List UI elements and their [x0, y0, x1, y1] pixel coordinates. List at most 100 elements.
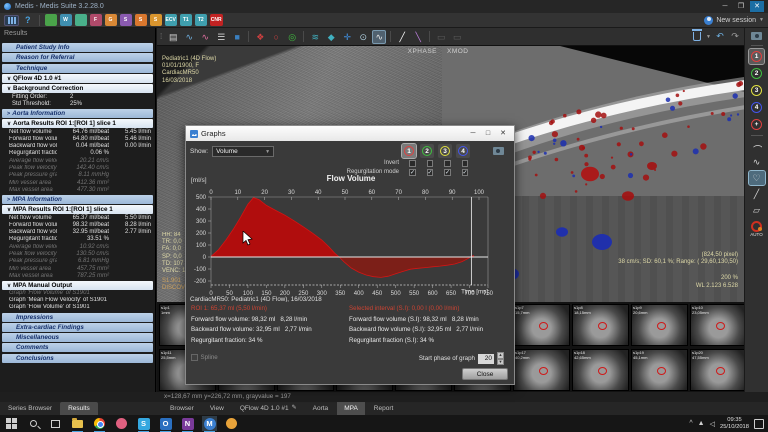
sidebar-section-miscellaneous[interactable]: Miscellaneous	[2, 333, 153, 342]
droplet-icon[interactable]: ◆	[324, 30, 338, 44]
invert-checkbox-4[interactable]	[462, 160, 469, 167]
session-area[interactable]: New session ▼	[704, 16, 764, 25]
roi-target-icon[interactable]: ◎	[285, 30, 299, 44]
roi-2-button[interactable]: 2	[749, 66, 764, 81]
layers-icon[interactable]: ≋	[308, 30, 322, 44]
sidebar-header-mpa-manual-output[interactable]: ∨MPA Manual Output	[2, 281, 153, 290]
thumbnail-s1p17[interactable]: s1p17 40,2mm	[513, 349, 570, 391]
output-row-graph-flow-volume-of-s1901[interactable]: Graph 'Flow Volume' of S1901	[0, 290, 155, 297]
graph-view-icon[interactable]: ∿	[182, 30, 196, 44]
tab-mpa[interactable]: MPA	[337, 402, 365, 415]
roi-circle-icon[interactable]: ○	[269, 30, 283, 44]
file-explorer-icon[interactable]	[70, 416, 85, 431]
medis-app-icon[interactable]: M	[202, 416, 217, 431]
globe-app-icon[interactable]	[224, 416, 239, 431]
thumbnail-s1p10[interactable]: s1p10 23,05mm	[690, 304, 744, 346]
thumbnail-s1p8[interactable]: s1p8 18,15mm	[572, 304, 629, 346]
tab-aorta[interactable]: Aorta	[306, 402, 336, 415]
thumbnail-s1p9[interactable]: s1p9 20,6mm	[631, 304, 688, 346]
redo-icon[interactable]: ↷	[729, 31, 741, 43]
curve-tool-icon[interactable]: ∿	[372, 30, 386, 44]
panel-tab-series-browser[interactable]: Series Browser	[0, 402, 60, 415]
delete-dropdown-icon[interactable]: ▼	[706, 34, 711, 40]
list-view-icon[interactable]: ☰	[214, 30, 228, 44]
chart-view-icon[interactable]: ∿	[198, 30, 212, 44]
undo-icon[interactable]: ↶	[714, 31, 726, 43]
arc-tool[interactable]: )	[750, 138, 764, 154]
close-button[interactable]: Close	[462, 368, 508, 380]
tab-qflow-4d-1-0-1[interactable]: QFlow 4D 1.0 #1✎	[233, 402, 304, 415]
spline-checkbox[interactable]	[191, 354, 198, 361]
auto-contour-button[interactable]: AUTO	[750, 221, 762, 237]
chevron-down-icon[interactable]: ▼	[759, 17, 764, 23]
plugin-icon-5[interactable]: G	[105, 14, 117, 26]
roi-3-button[interactable]: 3	[749, 83, 764, 98]
transport-curve-tool[interactable]: ∿	[749, 155, 765, 169]
sidebar-section-comments[interactable]: Comments	[2, 343, 153, 352]
plugin-icon-2[interactable]: W	[60, 14, 72, 26]
sidebar-section-conclusions[interactable]: Conclusions	[2, 354, 153, 363]
delete-icon[interactable]	[691, 31, 703, 43]
thumbnail-s1p19[interactable]: s1p19 45,1mm	[631, 349, 688, 391]
layout-toggle-icon[interactable]	[4, 15, 19, 26]
angle-measure-icon[interactable]: ╲	[411, 30, 425, 44]
invert-checkbox-1[interactable]	[409, 160, 416, 167]
graph-roi-4-button[interactable]: 4	[456, 144, 470, 158]
sidebar-header-background-correction[interactable]: ∨Background Correction	[2, 84, 153, 93]
chrome-icon[interactable]	[92, 416, 107, 431]
help-icon[interactable]: ?	[25, 15, 31, 25]
eraser-tool[interactable]: ▱	[749, 203, 765, 217]
output-row-graph-mean-flow-velocity-of-s190[interactable]: Graph 'Mean Flow Velocity' of S1901	[0, 297, 155, 304]
thumbnail-s1p7[interactable]: s1p7 15,7mm	[513, 304, 570, 346]
plugin-icon-10[interactable]: T1	[180, 14, 192, 26]
sidebar-section-aorta-information[interactable]: >Aorta Information	[2, 109, 153, 118]
sidebar-section-impressions[interactable]: Impressions	[2, 313, 153, 322]
graphs-close-button[interactable]: ✕	[496, 128, 510, 140]
minimize-button[interactable]: ─	[718, 1, 732, 12]
sidebar-header-qflow-4d-1-0-1[interactable]: ∨QFlow 4D 1.0 #1	[2, 74, 153, 83]
tab-view[interactable]: View	[203, 402, 231, 415]
roi-1-button[interactable]: 1	[749, 49, 764, 64]
pan-icon[interactable]: ✛	[340, 30, 354, 44]
output-row-graph-flow-volume-of-s1901[interactable]: Graph 'Flow Volume' of S1901	[0, 304, 155, 311]
tab-browser[interactable]: Browser	[163, 402, 201, 415]
graphs-window-titlebar[interactable]: Graphs ─□✕	[186, 126, 514, 141]
notification-center-icon[interactable]	[754, 419, 764, 429]
zoom-icon[interactable]: ⊙	[356, 30, 370, 44]
draw-line-tool[interactable]: ╱	[749, 187, 765, 201]
snapshot-icon[interactable]	[751, 30, 763, 42]
start-phase-stepper[interactable]: ▲▼	[497, 352, 504, 365]
graph-roi-2-button[interactable]: 2	[420, 144, 434, 158]
plugin-icon-3[interactable]	[75, 14, 87, 26]
skype-icon[interactable]: S	[136, 416, 151, 431]
graph-snapshot-icon[interactable]	[492, 145, 504, 157]
toolbar-handle-icon[interactable]: ⁞	[160, 32, 162, 41]
graphs-minimize-button[interactable]: ─	[466, 128, 480, 140]
plugin-icon-8[interactable]: S	[150, 14, 162, 26]
graph-roi-3-button[interactable]: 3	[438, 144, 452, 158]
plugin-icon-11[interactable]: T2	[195, 14, 207, 26]
remote-app-icon[interactable]	[114, 416, 129, 431]
flow-volume-chart[interactable]: 01020304050607080901005004003002001000-1…	[186, 186, 516, 302]
roi-blob-icon[interactable]: ❖	[253, 30, 267, 44]
graph-roi-1-button[interactable]: 1	[402, 144, 416, 158]
sidebar-section-mpa-information[interactable]: >MPA Information	[2, 195, 153, 204]
plugin-icon-7[interactable]: S	[135, 14, 147, 26]
line-measure-icon[interactable]: ╱	[395, 30, 409, 44]
plugin-icon-1[interactable]	[45, 14, 57, 26]
task-view-button[interactable]	[48, 416, 63, 431]
maximize-button[interactable]: ❐	[734, 1, 748, 12]
sidebar-header-mpa-results-roi-1-roi-1-slice-1[interactable]: ∨MPA Results ROI 1:[ROI 1] slice 1	[2, 205, 153, 214]
plugin-icon-12[interactable]: CNR	[210, 14, 223, 26]
volume-icon[interactable]: ◁	[710, 420, 715, 428]
contour-tool[interactable]: ♡	[749, 171, 765, 185]
sidebar-section-technique[interactable]: Technique	[2, 64, 153, 73]
close-button[interactable]: ✕	[750, 1, 764, 12]
graphs-maximize-button[interactable]: □	[481, 128, 495, 140]
add-roi-button[interactable]: +	[749, 117, 764, 132]
plugin-icon-4[interactable]: F	[90, 14, 102, 26]
network-icon[interactable]: ▲	[698, 420, 705, 427]
tray-chevron-icon[interactable]: ^	[689, 420, 692, 427]
layout-report-icon[interactable]: ▤	[166, 30, 180, 44]
search-button[interactable]	[26, 416, 41, 431]
